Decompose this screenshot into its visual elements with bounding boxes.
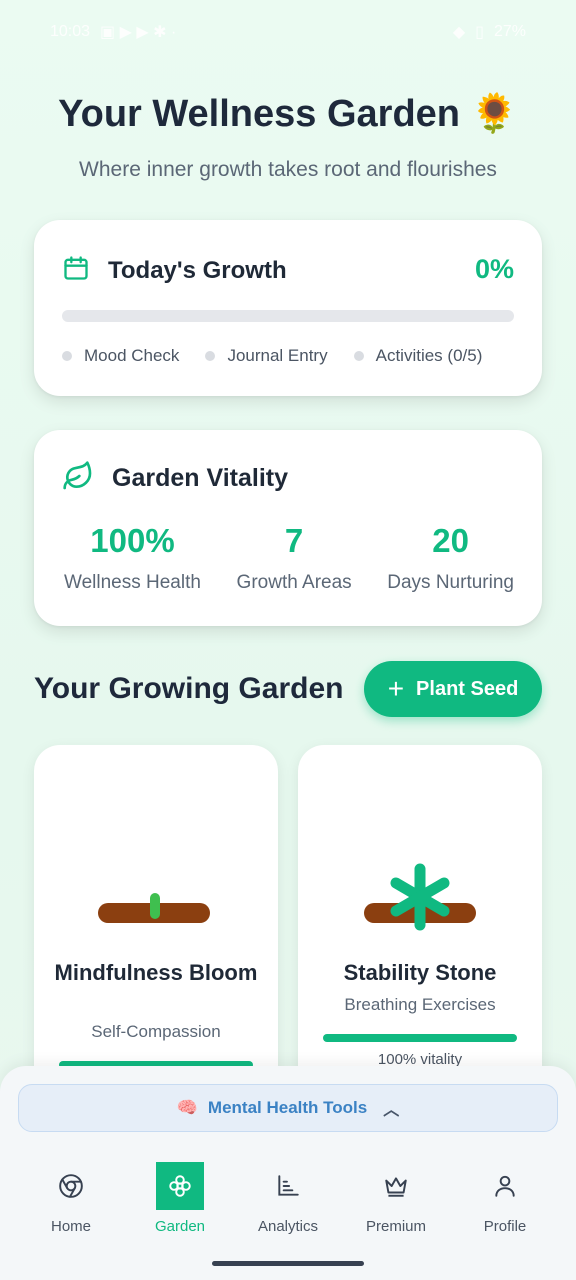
crown-icon [372, 1162, 420, 1210]
nav-label: Premium [365, 1218, 426, 1235]
bottom-nav: Home Garden Analytics Premium Profile [0, 1162, 576, 1242]
checklist-item-activities: Activities (0/5) [353, 346, 483, 366]
leaf-icon [62, 460, 94, 497]
plant-category: Breathing Exercises [344, 995, 496, 1014]
stat-value: 100% [90, 522, 175, 559]
plant-name: Stability Stone [343, 960, 497, 985]
nav-home[interactable]: Home [21, 1162, 121, 1235]
stat-wellness-health: 100% Wellness Health [64, 522, 201, 594]
todays-growth-percent: 0% [474, 254, 514, 284]
nav-premium[interactable]: Premium [346, 1162, 446, 1235]
notification-icons: ▣ ▶ ▶ ✱ · [100, 24, 177, 41]
plant-name: Mindfulness Bloom [54, 960, 258, 985]
nav-analytics[interactable]: Analytics [238, 1162, 338, 1235]
growing-garden-title: Your Growing Garden [34, 672, 344, 705]
plant-vitality-fill [323, 1034, 517, 1042]
stat-label: Wellness Health [64, 572, 201, 593]
home-indicator[interactable] [212, 1261, 364, 1266]
wifi-icon: ◆ [452, 24, 466, 41]
status-dot [353, 351, 364, 361]
stat-days-nurturing: 20 Days Nurturing [387, 522, 514, 594]
todays-growth-progress-bar [62, 310, 514, 322]
status-time: 10:03 [50, 23, 91, 40]
chart-icon [264, 1162, 312, 1210]
plant-category: Self-Compassion [91, 1022, 221, 1041]
stat-label: Growth Areas [236, 572, 352, 593]
chevron-up-icon: ︿ [383, 1102, 400, 1119]
page-title: Your Wellness Garden 🌻 [0, 92, 576, 136]
page-subtitle: Where inner growth takes root and flouri… [79, 158, 497, 181]
nav-label: Analytics [257, 1218, 319, 1235]
checklist-label: Mood Check [84, 346, 180, 365]
stat-label: Days Nurturing [387, 572, 514, 593]
asterisk-plant-icon [364, 863, 476, 931]
battery-icon: ▯ [475, 24, 484, 41]
status-bar: 10:03 ▣ ▶ ▶ ✱ · ◆ ▯ 27% [0, 0, 576, 64]
calendar-icon [62, 254, 90, 287]
checklist-item-mood: Mood Check [62, 346, 179, 366]
chrome-circle-icon [47, 1162, 95, 1210]
bottom-panel: 🧠 Mental Health Tools ︿ Home Garden Anal… [0, 1066, 576, 1280]
garden-vitality-card: Garden Vitality 100% Wellness Health 7 G… [34, 430, 542, 626]
stat-growth-areas: 7 Growth Areas [237, 522, 352, 594]
todays-growth-card: Today's Growth 0% Mood Check Journal Ent… [34, 220, 542, 396]
plus-icon: + [387, 673, 405, 704]
sprout-icon [98, 893, 210, 923]
battery-level: 27% [493, 23, 526, 40]
checklist-item-journal: Journal Entry [205, 346, 328, 366]
status-dot [62, 351, 72, 361]
nav-label: Garden [154, 1218, 206, 1235]
page-title-text: Your Wellness Garden [58, 93, 461, 135]
mental-health-tools-toggle[interactable]: 🧠 Mental Health Tools ︿ [18, 1084, 558, 1132]
growth-checklist: Mood Check Journal Entry Activities (0/5… [62, 346, 482, 366]
plant-vitality-bar [323, 1034, 517, 1042]
status-dot [205, 351, 216, 361]
nav-garden[interactable]: Garden [130, 1162, 230, 1235]
brain-icon: 🧠 [176, 1098, 198, 1117]
nav-label: Profile [483, 1218, 527, 1235]
flower-icon [156, 1162, 204, 1210]
checklist-label: Journal Entry [227, 346, 328, 365]
nav-profile[interactable]: Profile [455, 1162, 555, 1235]
sunflower-icon: 🌻 [470, 93, 518, 135]
garden-vitality-title: Garden Vitality [112, 464, 288, 492]
vitality-stats: 100% Wellness Health 7 Growth Areas 20 D… [64, 522, 514, 594]
todays-growth-title: Today's Growth [108, 256, 287, 284]
plant-seed-label: Plant Seed [416, 677, 519, 700]
nav-label: Home [50, 1218, 91, 1235]
stat-value: 20 [432, 522, 469, 559]
plant-seed-button[interactable]: + Plant Seed [364, 661, 542, 717]
user-icon [481, 1162, 529, 1210]
stat-value: 7 [284, 522, 304, 559]
tools-label: Mental Health Tools [207, 1098, 368, 1117]
checklist-label: Activities (0/5) [375, 346, 483, 365]
